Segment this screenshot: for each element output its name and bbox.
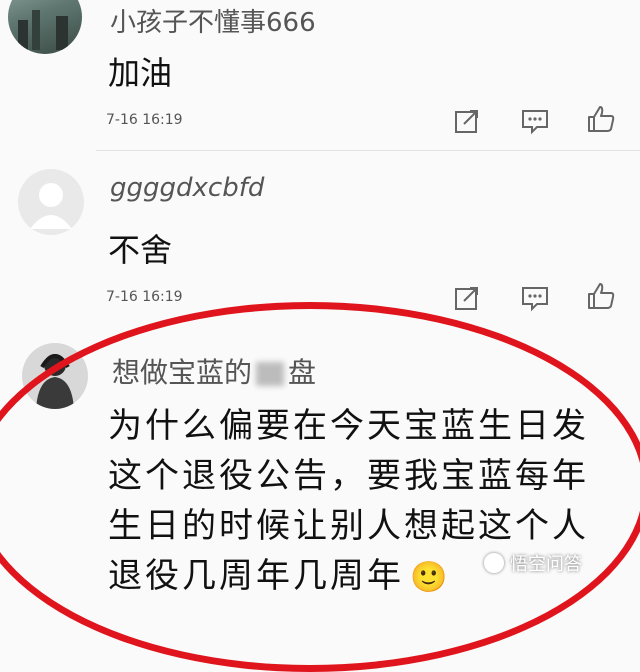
comment-text-2: 不舍: [108, 231, 173, 269]
comment-time-2: 7-16 16:19: [106, 289, 183, 305]
comment-line-3: 生日的时候让别人想起这个人: [108, 506, 589, 546]
username-blur: [256, 362, 285, 386]
share-icon[interactable]: [452, 106, 482, 136]
wukong-logo-icon: [484, 553, 504, 573]
username-1[interactable]: 小孩子不懂事666: [110, 2, 316, 39]
comment-1: 小孩子不懂事666 加油 7-16 16:19: [0, 0, 640, 150]
like-icon[interactable]: [586, 281, 616, 311]
person-photo-icon: [36, 354, 74, 409]
default-user-icon: [30, 183, 72, 229]
smile-emoji-icon: 🙂: [410, 560, 451, 595]
watermark-text: 悟空问答: [510, 554, 582, 575]
username-3[interactable]: 想做宝蓝的 盘: [112, 351, 316, 391]
comment-2: ggggdxcbfd 不舍 7-16 16:19: [0, 151, 640, 319]
comment-text-1: 加油: [108, 54, 173, 92]
like-icon[interactable]: [586, 104, 616, 134]
share-icon[interactable]: [452, 283, 482, 313]
landscape-photo-icon: [18, 10, 68, 50]
username-3-text: 想做宝蓝的: [112, 356, 253, 389]
comment-time-1: 7-16 16:19: [106, 112, 183, 128]
reply-icon[interactable]: [520, 283, 550, 313]
username-3-tail: 盘: [288, 356, 317, 389]
watermark: 悟空问答: [484, 550, 582, 576]
comment-line-4-text: 退役几周年几周年: [108, 556, 404, 596]
comment-line-1: 为什么偏要在今天宝蓝生日发: [108, 406, 589, 446]
username-2[interactable]: ggggdxcbfd: [110, 173, 264, 203]
user-avatar-1[interactable]: [8, 0, 82, 54]
user-avatar-2[interactable]: [18, 169, 84, 235]
user-avatar-3[interactable]: [22, 343, 88, 409]
comment-line-2: 这个退役公告，要我宝蓝每年: [108, 456, 589, 496]
reply-icon[interactable]: [520, 106, 550, 136]
comment-3: 想做宝蓝的 盘 为什么偏要在今天宝蓝生日发 这个退役公告，要我宝蓝每年 生日的时候…: [0, 319, 640, 596]
